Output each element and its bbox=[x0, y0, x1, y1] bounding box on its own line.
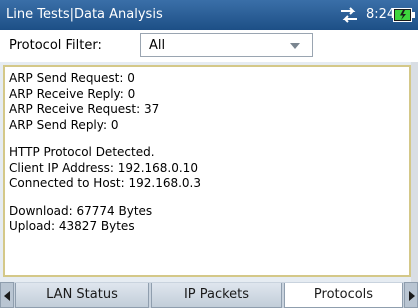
arp-receive-request: ARP Receive Request: 37 bbox=[9, 102, 160, 116]
tab-lan-status[interactable]: LAN Status bbox=[15, 283, 149, 308]
battery-charging-icon bbox=[393, 8, 415, 22]
http-protocol-detected: HTTP Protocol Detected. bbox=[9, 145, 155, 159]
tab-ip-packets[interactable]: IP Packets bbox=[151, 283, 282, 308]
arrow-right-icon bbox=[409, 291, 415, 301]
protocol-results-panel[interactable]: ARP Send Request: 0 ARP Receive Reply: 0… bbox=[3, 65, 411, 277]
filter-row: Protocol Filter: All bbox=[0, 30, 418, 62]
clock-time: 8:24 bbox=[366, 7, 396, 22]
arp-send-request: ARP Send Request: 0 bbox=[9, 71, 135, 85]
arrow-left-icon bbox=[4, 291, 10, 301]
connected-to-host: Connected to Host: 192.168.0.3 bbox=[9, 176, 201, 190]
scrollbar[interactable] bbox=[411, 62, 418, 282]
results-text: ARP Send Request: 0 ARP Receive Reply: 0… bbox=[9, 71, 201, 235]
network-activity-icon bbox=[341, 7, 357, 23]
tab-scroll-left-button[interactable] bbox=[0, 282, 14, 308]
content-area: ARP Send Request: 0 ARP Receive Reply: 0… bbox=[0, 62, 418, 282]
tab-scroll-right-button[interactable] bbox=[404, 282, 418, 308]
title-bar: Line Tests|Data Analysis 8:24 bbox=[0, 0, 418, 30]
window-title: Line Tests|Data Analysis bbox=[6, 7, 163, 22]
client-ip-address: Client IP Address: 192.168.0.10 bbox=[9, 160, 198, 175]
arp-send-reply: ARP Send Reply: 0 bbox=[9, 117, 119, 132]
upload-bytes: Upload: 43827 Bytes bbox=[9, 219, 135, 233]
arp-receive-reply: ARP Receive Reply: 0 bbox=[9, 86, 136, 101]
tab-bar: LAN Status IP Packets Protocols bbox=[0, 282, 418, 308]
protocol-filter-value: All bbox=[149, 38, 166, 53]
protocol-filter-label: Protocol Filter: bbox=[9, 38, 102, 53]
chevron-down-icon bbox=[290, 43, 300, 49]
protocol-filter-dropdown[interactable]: All bbox=[140, 33, 313, 57]
download-bytes: Download: 67774 Bytes bbox=[9, 203, 153, 218]
tab-protocols[interactable]: Protocols bbox=[284, 283, 403, 308]
